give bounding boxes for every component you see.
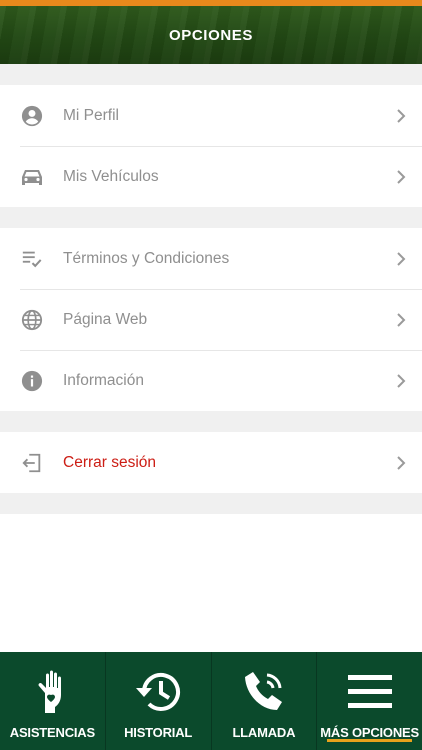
- menu-item-logout[interactable]: Cerrar sesión: [0, 432, 422, 493]
- page-title: OPCIONES: [169, 26, 253, 44]
- globe-icon: [20, 308, 44, 332]
- menu-item-label: Página Web: [63, 310, 148, 328]
- menu-item-label: Mis Vehículos: [63, 167, 159, 185]
- chevron-right-icon: [397, 373, 406, 388]
- tab-historial[interactable]: HISTORIAL: [104, 652, 211, 750]
- tab-label: HISTORIAL: [124, 725, 193, 740]
- list-check-icon: [20, 247, 44, 271]
- tab-label: LLAMADA: [232, 725, 296, 740]
- app-header: OPCIONES: [0, 0, 422, 64]
- profile-group: Mi Perfil Mis Vehículos: [0, 85, 422, 207]
- history-icon: [134, 668, 182, 716]
- car-icon: [20, 165, 44, 189]
- section-spacer: [0, 64, 422, 85]
- menu-item-profile[interactable]: Mi Perfil: [0, 85, 422, 146]
- chevron-right-icon: [397, 455, 406, 470]
- chevron-right-icon: [397, 312, 406, 327]
- bottom-tab-bar: ASISTENCIAS HISTORIAL LLAMADA MÁS OPCION…: [0, 652, 422, 750]
- menu-item-vehicles[interactable]: Mis Vehículos: [0, 146, 422, 207]
- section-spacer: [0, 411, 422, 432]
- logout-icon: [20, 451, 44, 475]
- options-list: Mi Perfil Mis Vehículos Términos y Condi…: [0, 64, 422, 652]
- menu-item-label: Mi Perfil: [63, 106, 119, 124]
- menu-item-label: Cerrar sesión: [63, 453, 157, 471]
- menu-icon: [346, 668, 394, 716]
- info-group: Términos y Condiciones Página Web Inform…: [0, 228, 422, 411]
- active-tab-indicator: [327, 739, 412, 742]
- tab-llamada[interactable]: LLAMADA: [210, 652, 317, 750]
- chevron-right-icon: [397, 251, 406, 266]
- tab-label: ASISTENCIAS: [9, 725, 95, 740]
- info-icon: [20, 369, 44, 393]
- hand-icon: [28, 668, 76, 716]
- section-spacer: [0, 207, 422, 228]
- session-group: Cerrar sesión: [0, 432, 422, 493]
- chevron-right-icon: [397, 108, 406, 123]
- menu-item-terms[interactable]: Términos y Condiciones: [0, 228, 422, 289]
- menu-item-label: Términos y Condiciones: [63, 249, 230, 267]
- menu-item-label: Información: [63, 371, 144, 389]
- tab-mas-opciones[interactable]: MÁS OPCIONES: [316, 652, 422, 750]
- menu-item-info[interactable]: Información: [0, 350, 422, 411]
- tab-asistencias[interactable]: ASISTENCIAS: [0, 652, 105, 750]
- chevron-right-icon: [397, 169, 406, 184]
- tab-label: MÁS OPCIONES: [320, 725, 419, 740]
- phone-icon: [240, 668, 288, 716]
- menu-item-website[interactable]: Página Web: [0, 289, 422, 350]
- account-circle-icon: [20, 104, 44, 128]
- section-spacer: [0, 493, 422, 514]
